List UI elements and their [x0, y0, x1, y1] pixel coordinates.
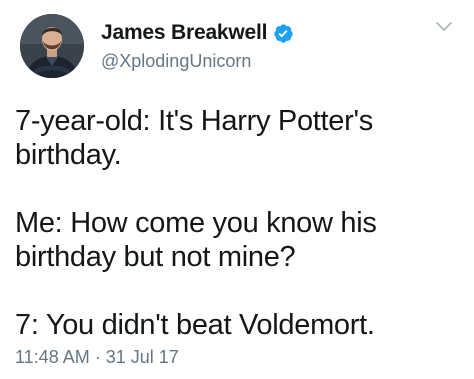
meta-separator: · [94, 347, 101, 367]
author-handle[interactable]: @XplodingUnicorn [101, 51, 251, 72]
author-display-name[interactable]: James Breakwell [101, 21, 267, 45]
verified-badge-icon [273, 23, 294, 44]
avatar-image [20, 14, 84, 78]
author-name-row: James Breakwell [101, 21, 294, 45]
tweet-date: 31 Jul 17 [105, 347, 179, 367]
chevron-down-icon[interactable] [434, 20, 454, 34]
avatar[interactable] [20, 14, 84, 78]
tweet-timestamp[interactable]: 11:48 AM · 31 Jul 17 [15, 347, 179, 368]
tweet-card: James Breakwell @XplodingUnicorn 7-year-… [0, 0, 474, 379]
tweet-paragraph: 7: You didn't beat Voldemort. [15, 309, 375, 341]
tweet-paragraph: Me: How come you know his birthday but n… [15, 207, 377, 273]
tweet-paragraph: 7-year-old: It's Harry Potter's birthday… [15, 105, 373, 171]
tweet-text: 7-year-old: It's Harry Potter's birthday… [15, 104, 460, 342]
tweet-time: 11:48 AM [15, 347, 90, 367]
